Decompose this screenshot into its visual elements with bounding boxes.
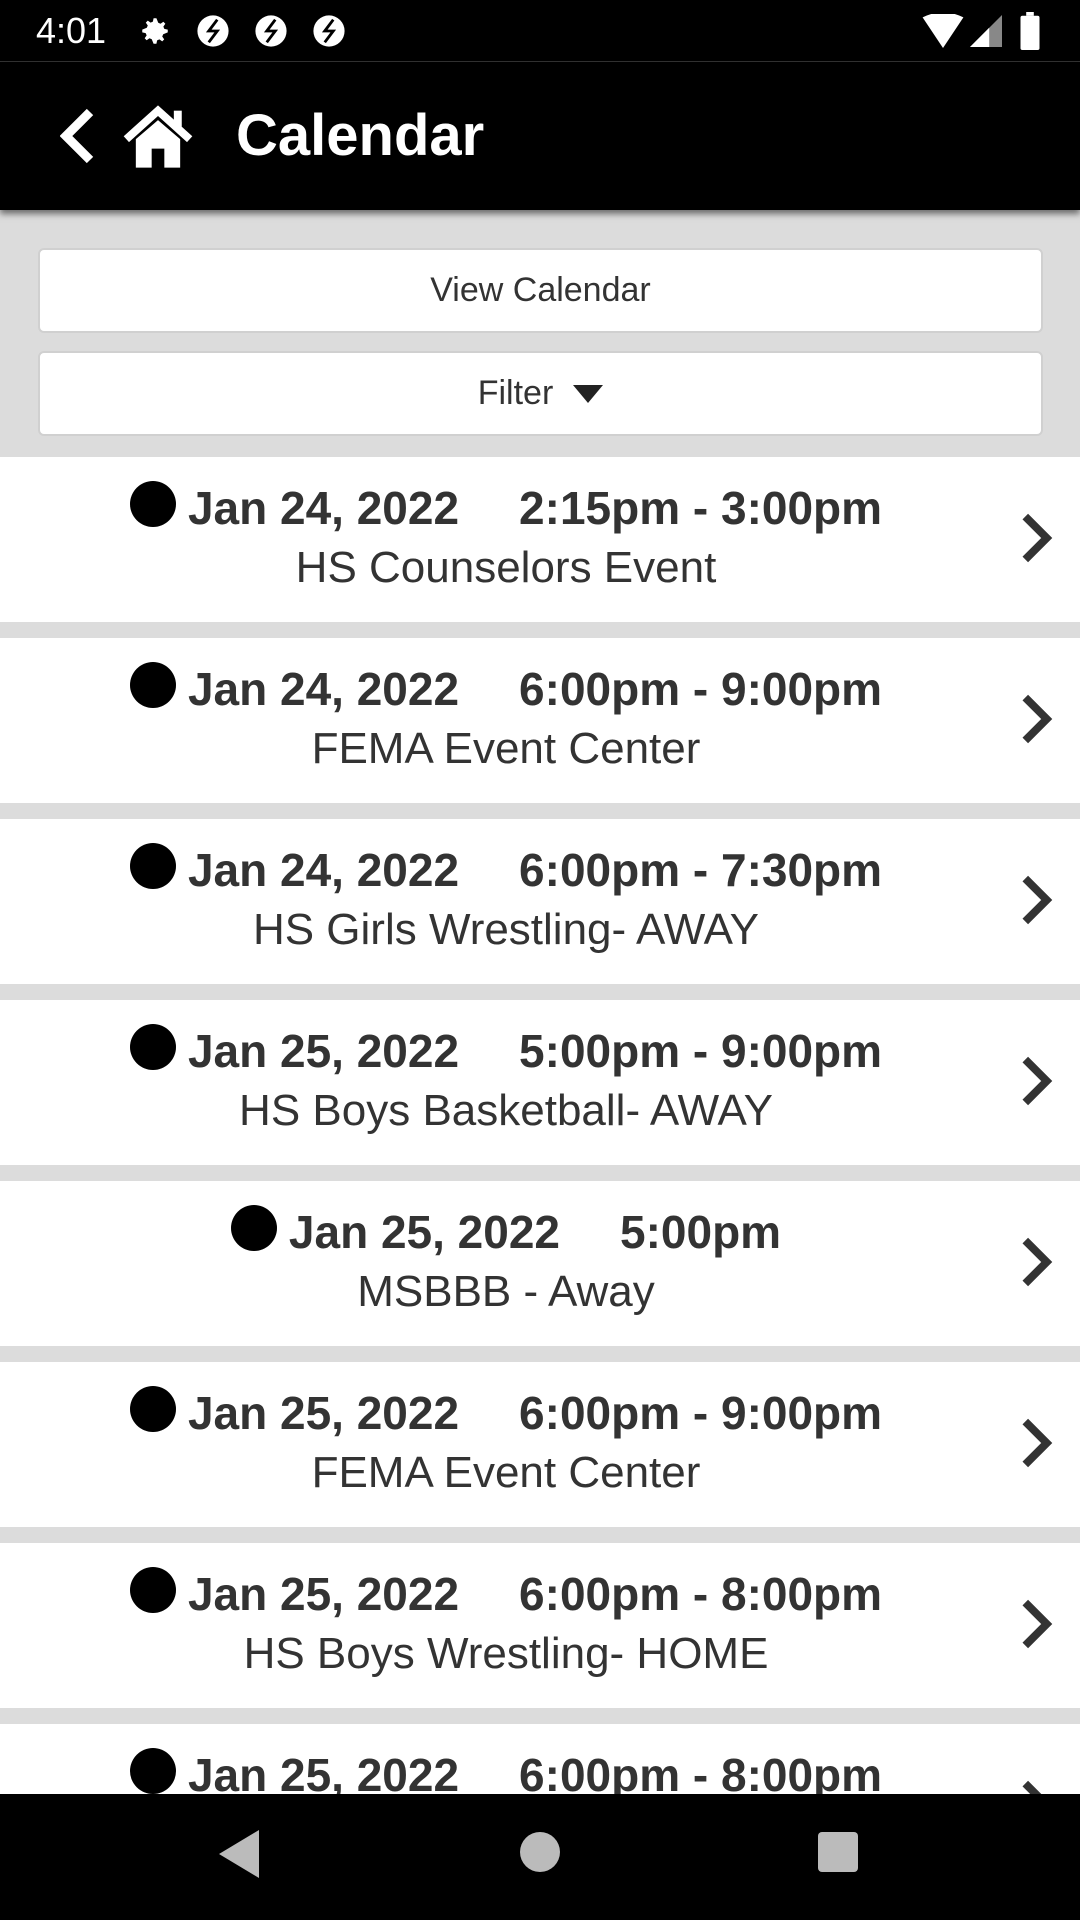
home-icon[interactable] [120, 104, 196, 168]
event-name: HS Boys Basketball- AWAY [239, 1086, 773, 1135]
gear-icon [142, 18, 168, 44]
event-dot-icon [230, 1205, 277, 1251]
event-datetime: Jan 25, 2022 5:00pm - 9:00pm [0, 1000, 1080, 1078]
filter-label: Filter [477, 374, 554, 412]
chevron-right-icon[interactable] [1016, 1599, 1056, 1649]
event-row[interactable]: Jan 25, 2022 5:00pm MSBBB - Away [0, 1181, 1080, 1346]
event-time: 5:00pm [620, 1206, 782, 1258]
event-list: Jan 24, 2022 2:15pm - 3:00pm HS Counselors… [0, 457, 1080, 1905]
event-date: Jan 25, 2022 [187, 1025, 460, 1077]
event-time: 6:00pm - 9:00pm [519, 663, 883, 715]
chevron-right-icon[interactable] [1016, 1237, 1056, 1287]
chevron-right-icon[interactable] [1016, 513, 1056, 563]
event-date: Jan 24, 2022 [187, 663, 460, 715]
event-time: 6:00pm - 7:30pm [519, 844, 883, 896]
nav-recents-icon[interactable] [818, 1832, 858, 1872]
caret-down-icon [573, 384, 604, 403]
sync-icon [313, 15, 345, 47]
event-name: FEMA Event Center [311, 1448, 701, 1497]
chevron-right-icon[interactable] [1016, 875, 1056, 925]
page-title: Calendar [236, 103, 485, 168]
event-date: Jan 24, 2022 [187, 482, 460, 534]
app-header: Calendar [0, 62, 1080, 210]
event-date: Jan 25, 2022 [187, 1568, 460, 1620]
event-date: Jan 24, 2022 [187, 844, 460, 896]
event-dot-icon [129, 662, 176, 708]
back-icon[interactable] [60, 106, 96, 166]
nav-back-icon[interactable] [218, 1830, 260, 1878]
event-time: 2:15pm - 3:00pm [519, 482, 883, 534]
event-datetime: Jan 25, 2022 6:00pm - 8:00pm [0, 1543, 1080, 1621]
battery-icon [1020, 12, 1040, 50]
wifi-icon [922, 14, 964, 48]
navigation-bar [0, 1794, 1080, 1920]
event-datetime: Jan 25, 2022 6:00pm - 9:00pm [0, 1362, 1080, 1440]
event-row[interactable]: Jan 24, 2022 6:00pm - 9:00pm FEMA Event Ce… [0, 638, 1080, 803]
filter-button[interactable]: Filter [38, 351, 1043, 436]
event-name: HS Girls Wrestling- AWAY [252, 905, 760, 954]
event-time: 5:00pm - 9:00pm [519, 1025, 883, 1077]
event-datetime: Jan 24, 2022 6:00pm - 9:00pm [0, 638, 1080, 716]
event-dot-icon [129, 481, 176, 527]
event-row[interactable]: Jan 24, 2022 6:00pm - 7:30pm HS Girls Wres… [0, 819, 1080, 984]
event-dot-icon [129, 1024, 176, 1070]
event-datetime: Jan 24, 2022 2:15pm - 3:00pm [0, 457, 1080, 535]
chevron-right-icon[interactable] [1016, 1056, 1056, 1106]
chevron-right-icon[interactable] [1016, 1418, 1056, 1468]
event-dot-icon [129, 1748, 176, 1794]
event-dot-icon [129, 843, 176, 889]
event-dot-icon [129, 1567, 176, 1613]
event-name: FEMA Event Center [311, 724, 701, 773]
event-dot-icon [129, 1386, 176, 1432]
event-row[interactable]: Jan 25, 2022 5:00pm - 9:00pm HS Boys Baske… [0, 1000, 1080, 1165]
event-name: MSBBB - Away [357, 1267, 655, 1316]
event-datetime: Jan 24, 2022 6:00pm - 7:30pm [0, 819, 1080, 897]
event-date: Jan 25, 2022 [288, 1206, 561, 1258]
sync-icon [197, 15, 229, 47]
sync-icon [255, 15, 287, 47]
event-datetime: Jan 25, 2022 6:00pm - 8:00pm [0, 1724, 1080, 1802]
event-row[interactable]: Jan 24, 2022 2:15pm - 3:00pm HS Counselors… [0, 457, 1080, 622]
view-calendar-label: View Calendar [430, 271, 651, 309]
status-bar: 4:01 [0, 0, 1080, 62]
event-name: HS Boys Wrestling- HOME [243, 1629, 769, 1678]
event-row[interactable]: Jan 25, 2022 6:00pm - 9:00pm FEMA Event Ce… [0, 1362, 1080, 1527]
event-time: 6:00pm - 8:00pm [519, 1568, 883, 1620]
nav-home-icon[interactable] [520, 1832, 560, 1872]
signal-icon [970, 15, 1002, 47]
chevron-right-icon[interactable] [1016, 694, 1056, 744]
event-datetime: Jan 25, 2022 5:00pm [0, 1181, 1080, 1259]
view-calendar-button[interactable]: View Calendar [38, 248, 1043, 333]
event-date: Jan 25, 2022 [187, 1387, 460, 1439]
event-time: 6:00pm - 9:00pm [519, 1387, 883, 1439]
event-row[interactable]: Jan 25, 2022 6:00pm - 8:00pm HS Boys Wrest… [0, 1543, 1080, 1708]
status-time: 4:01 [36, 10, 107, 51]
event-name: HS Counselors Event [295, 543, 717, 592]
